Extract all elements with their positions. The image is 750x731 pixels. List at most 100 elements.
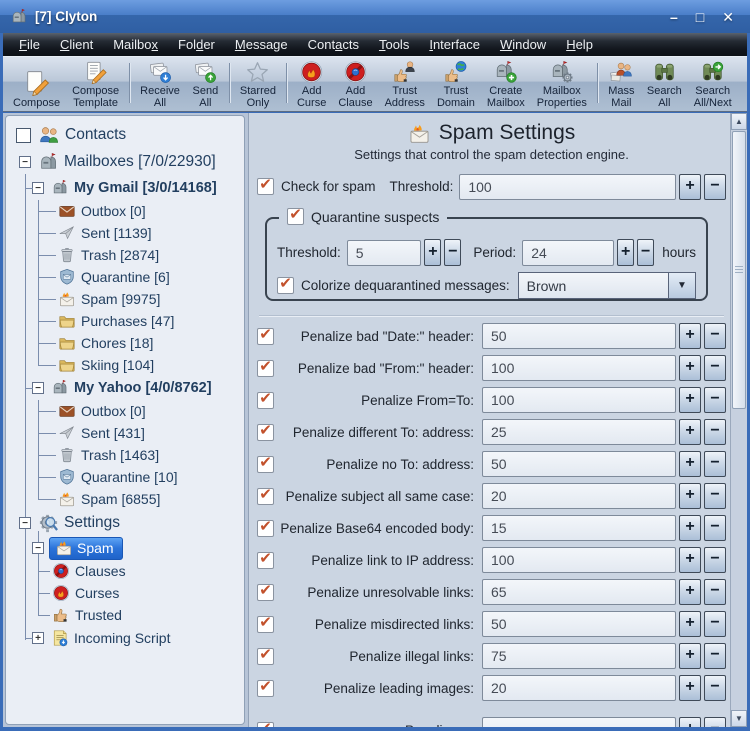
- quarantine-checkbox[interactable]: ✔: [287, 207, 304, 225]
- collapse-box[interactable]: −: [32, 542, 44, 554]
- decrement-button[interactable]: −: [704, 515, 726, 541]
- penalty-input[interactable]: [482, 717, 676, 727]
- penalty-checkbox[interactable]: ✔: [257, 647, 274, 665]
- receive-all-button[interactable]: Receive All: [135, 59, 185, 111]
- decrement-button[interactable]: −: [704, 419, 726, 445]
- color-dropdown[interactable]: Brown ▼: [517, 272, 696, 299]
- tree-item-quarantine-yahoo[interactable]: Quarantine [10]: [6, 466, 244, 488]
- decrement-button[interactable]: −: [704, 643, 726, 669]
- decrement-button[interactable]: −: [704, 717, 726, 727]
- trust-domain-button[interactable]: Trust Domain: [432, 59, 480, 111]
- decrement-button[interactable]: −: [704, 173, 726, 200]
- tree-item-my-yahoo[interactable]: − My Yahoo [4/0/8762]: [6, 376, 244, 400]
- penalty-checkbox[interactable]: ✔: [257, 423, 274, 441]
- penalty-input[interactable]: 75: [482, 643, 676, 669]
- tree-item-trash-yahoo[interactable]: Trash [1463]: [6, 444, 244, 466]
- increment-button[interactable]: +: [679, 515, 701, 541]
- decrement-button[interactable]: −: [637, 239, 655, 266]
- penalty-input[interactable]: 65: [482, 579, 676, 605]
- decrement-button[interactable]: −: [704, 611, 726, 637]
- close-button[interactable]: ✕: [722, 10, 734, 24]
- tree-item-skiing[interactable]: Skiing [104]: [6, 354, 244, 376]
- decrement-button[interactable]: −: [704, 323, 726, 349]
- penalty-checkbox[interactable]: ✔: [257, 679, 274, 697]
- menu-file[interactable]: File: [9, 35, 50, 54]
- starred-only-button[interactable]: Starred Only: [235, 59, 281, 111]
- increment-button[interactable]: +: [679, 483, 701, 509]
- tree-item-sent-yahoo[interactable]: Sent [431]: [6, 422, 244, 444]
- increment-button[interactable]: +: [679, 323, 701, 349]
- menu-message[interactable]: Message: [225, 35, 298, 54]
- scroll-down-icon[interactable]: ▼: [731, 710, 747, 727]
- maximize-button[interactable]: □: [696, 10, 704, 24]
- colorize-checkbox[interactable]: ✔: [277, 276, 294, 294]
- mailbox-properties-button[interactable]: Mailbox Properties: [532, 59, 592, 111]
- penalty-checkbox[interactable]: ✔: [257, 487, 274, 505]
- penalty-input[interactable]: 100: [482, 387, 676, 413]
- penalty-checkbox[interactable]: ✔: [257, 519, 274, 537]
- increment-button[interactable]: +: [679, 643, 701, 669]
- tree-item-curses[interactable]: Curses: [6, 582, 244, 604]
- selected-tree-item[interactable]: Spam: [49, 536, 123, 560]
- increment-button[interactable]: +: [679, 173, 701, 200]
- contacts-checkbox[interactable]: [16, 127, 31, 143]
- collapse-box[interactable]: −: [19, 156, 31, 168]
- vertical-scrollbar[interactable]: ▲ ▼: [730, 113, 747, 727]
- title-bar[interactable]: [7] Clyton – □ ✕: [0, 0, 750, 33]
- increment-button[interactable]: +: [679, 419, 701, 445]
- tree-item-chores[interactable]: Chores [18]: [6, 332, 244, 354]
- scroll-up-icon[interactable]: ▲: [731, 113, 747, 130]
- tree-item-spam-settings[interactable]: − Spam: [6, 536, 244, 560]
- penalty-checkbox[interactable]: ✔: [257, 551, 274, 569]
- tree-item-outbox[interactable]: Outbox [0]: [6, 200, 244, 222]
- compose-button[interactable]: Compose: [8, 59, 65, 111]
- tree-item-settings[interactable]: − Settings: [6, 510, 244, 536]
- tree-item-contacts[interactable]: Contacts: [6, 122, 244, 148]
- penalty-input[interactable]: 50: [482, 323, 676, 349]
- collapse-box[interactable]: −: [32, 382, 44, 394]
- menu-window[interactable]: Window: [490, 35, 556, 54]
- tree-item-clauses[interactable]: Clauses: [6, 560, 244, 582]
- increment-button[interactable]: +: [679, 387, 701, 413]
- tree-item-spam-yahoo[interactable]: Spam [6855]: [6, 488, 244, 510]
- quarantine-threshold-input[interactable]: 5: [346, 239, 422, 266]
- menu-contacts[interactable]: Contacts: [298, 35, 369, 54]
- menu-tools[interactable]: Tools: [369, 35, 419, 54]
- increment-button[interactable]: +: [424, 239, 442, 266]
- penalty-checkbox[interactable]: ✔: [257, 327, 274, 345]
- chevron-down-icon[interactable]: ▼: [668, 273, 695, 298]
- decrement-button[interactable]: −: [444, 239, 462, 266]
- tree-item-purchases[interactable]: Purchases [47]: [6, 310, 244, 332]
- menu-interface[interactable]: Interface: [419, 35, 490, 54]
- trust-address-button[interactable]: Trust Address: [380, 59, 430, 111]
- search-all-button[interactable]: Search All: [642, 59, 687, 111]
- increment-button[interactable]: +: [679, 355, 701, 381]
- search-all-next-button[interactable]: Search All/Next: [689, 59, 737, 111]
- penalty-input[interactable]: 15: [482, 515, 676, 541]
- scrollbar-thumb[interactable]: [732, 131, 746, 409]
- send-all-button[interactable]: Send All: [187, 59, 224, 111]
- increment-button[interactable]: +: [679, 547, 701, 573]
- search-all-prev-button-partial[interactable]: SAll/: [739, 59, 747, 111]
- create-mailbox-button[interactable]: Create Mailbox: [482, 59, 530, 111]
- penalty-input[interactable]: 20: [482, 675, 676, 701]
- minimize-button[interactable]: –: [670, 10, 678, 24]
- menu-help[interactable]: Help: [556, 35, 603, 54]
- tree-item-quarantine[interactable]: Quarantine [6]: [6, 266, 244, 288]
- increment-button[interactable]: +: [679, 611, 701, 637]
- penalty-input[interactable]: 100: [482, 355, 676, 381]
- tree-item-trash[interactable]: Trash [2874]: [6, 244, 244, 266]
- penalty-input[interactable]: 50: [482, 451, 676, 477]
- decrement-button[interactable]: −: [704, 483, 726, 509]
- decrement-button[interactable]: −: [704, 355, 726, 381]
- penalty-input[interactable]: 50: [482, 611, 676, 637]
- decrement-button[interactable]: −: [704, 387, 726, 413]
- compose-template-button[interactable]: Compose Template: [67, 59, 124, 111]
- penalty-checkbox[interactable]: ✔: [257, 721, 274, 727]
- increment-button[interactable]: +: [679, 579, 701, 605]
- add-clause-button[interactable]: Add Clause: [333, 59, 377, 111]
- decrement-button[interactable]: −: [704, 675, 726, 701]
- penalty-input[interactable]: 25: [482, 419, 676, 445]
- expand-box[interactable]: +: [32, 632, 44, 644]
- decrement-button[interactable]: −: [704, 451, 726, 477]
